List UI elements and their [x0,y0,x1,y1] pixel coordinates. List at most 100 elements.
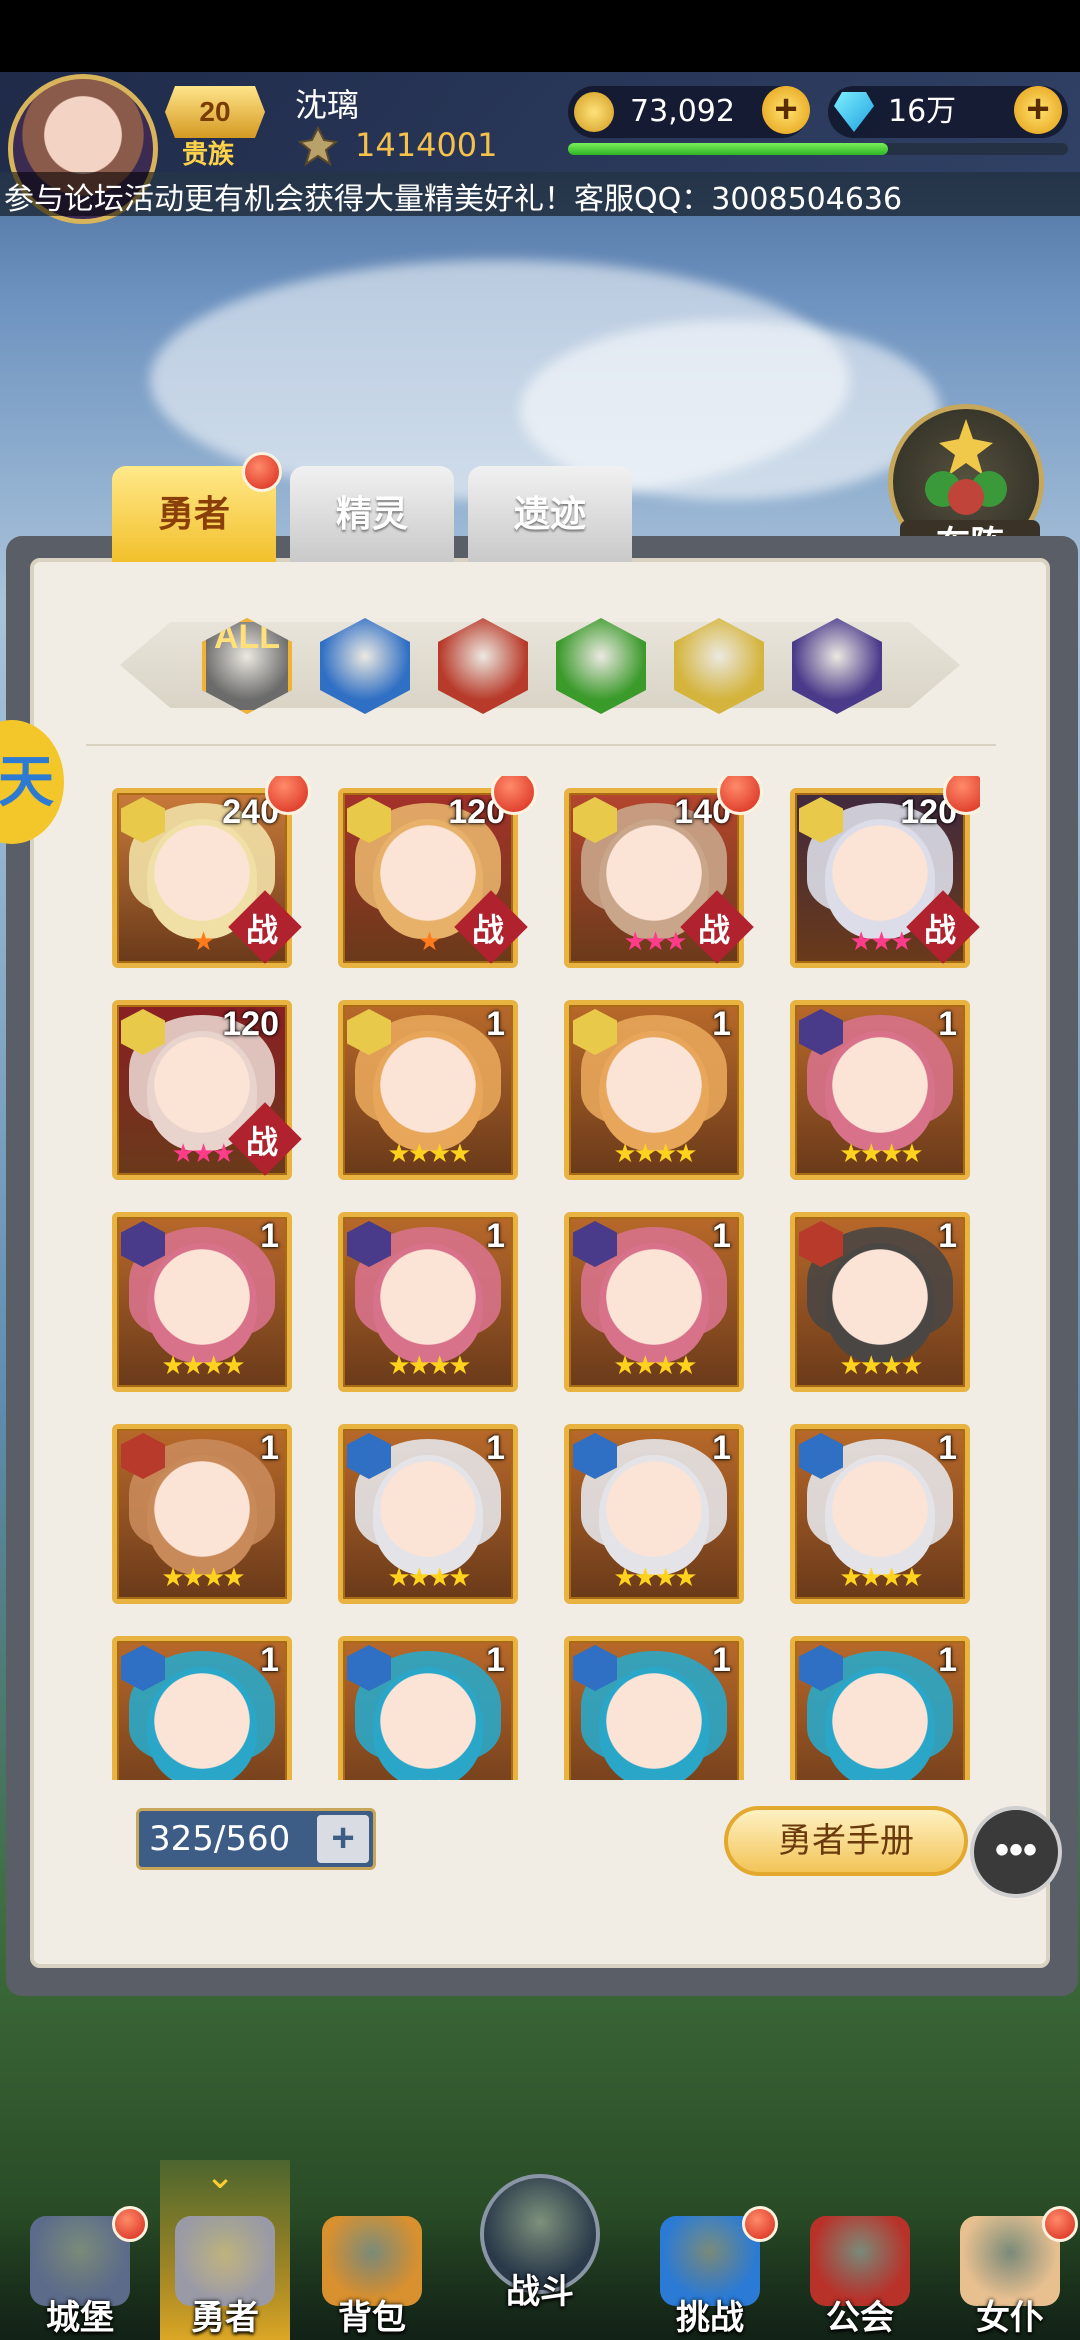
add-gold-button[interactable]: + [762,86,810,134]
hero-card[interactable]: 120 ★★★ 战 [790,776,980,968]
exp-bar-fill [568,143,888,155]
hero-stars: ★★★★ [795,1775,965,1780]
hero-card[interactable]: 1 ★★★★ [564,1212,744,1392]
hero-stars: ★★★★ [613,1139,697,1169]
expand-capacity-button[interactable]: + [317,1815,369,1863]
hero-level: 1 [712,1429,731,1467]
nav-badge [742,2206,778,2242]
hero-stars: ★★★★ [387,1563,471,1593]
nav-item-0[interactable]: 城堡 [10,2206,150,2340]
hero-card[interactable]: 1 ★★★★ [790,1000,970,1180]
hero-portrait [599,1031,709,1151]
nav-item-3[interactable]: 战斗 [470,2170,610,2340]
nav-label: 战斗 [506,2272,574,2312]
hero-card[interactable]: 240 ★ 战 [112,776,311,968]
hero-grid: 240 ★ 战 120 ★ 战 140 ★★★ 战 120 ★★★ 战 120 ★★★ 战 1 ★★★★ 1 ★★★… [100,776,980,1780]
vip-title: 贵族 [182,139,235,169]
nav-label: 挑战 [676,2298,744,2338]
hero-stars: ★★★★ [161,1563,245,1593]
hero-card[interactable]: 120 ★ 战 [338,776,537,968]
hero-portrait [599,1455,709,1575]
hero-portrait [825,1667,935,1780]
hero-level: 1 [486,1429,505,1467]
chat-button[interactable]: ••• [970,1806,1062,1898]
nav-label: 城堡 [46,2298,114,2338]
hero-card[interactable]: 1 ★★★★ [790,1636,970,1780]
hero-manual-button[interactable]: 勇者手册 [724,1806,968,1876]
hero-card[interactable]: 1 ★★★★ [338,1636,518,1780]
hero-card[interactable]: 1 ★★★★ [564,1000,744,1180]
hero-level: 1 [712,1641,731,1679]
gold-coin-icon [574,92,614,132]
hero-card[interactable]: 1 ★★★★ [564,1636,744,1780]
hero-level: 1 [938,1005,957,1043]
hero-stars: ★★★★ [613,1563,697,1593]
hero-level: 1 [260,1429,279,1467]
nav-item-6[interactable]: 女仆 [940,2206,1080,2340]
tab-relics[interactable]: 遗迹 [468,466,632,562]
hero-portrait [599,1243,709,1363]
hero-level: 120 [222,1005,279,1043]
in-battle-label: 战 [471,911,504,949]
hero-stars: ★★★★ [839,1563,923,1593]
hero-level: 1 [260,1217,279,1255]
hero-level: 1 [938,1217,957,1255]
nav-label: 公会 [826,2298,894,2338]
vip-level-badge[interactable]: 20 [165,86,265,138]
hero-capacity: 325/560 + [136,1808,376,1870]
player-name: 沈璃 [295,86,360,124]
in-battle-label: 战 [245,1123,278,1161]
hero-portrait [147,1667,257,1780]
hero-card[interactable]: 1 ★★★★ [564,1424,744,1604]
nav-badge [112,2206,148,2242]
nav-item-1[interactable]: 勇者 [155,2206,295,2340]
nav-item-5[interactable]: 公会 [790,2206,930,2340]
hero-stars: ★★★★ [839,1351,923,1381]
hero-notification-badge [491,776,537,815]
nav-label: 女仆 [976,2298,1044,2338]
exp-bar [568,143,1068,155]
hero-notification-badge [265,776,311,815]
power-value: 1414001 [355,126,498,164]
status-bar [0,0,1080,72]
hero-level: 1 [712,1005,731,1043]
hero-capacity-text: 325/560 [149,1819,291,1859]
hero-card[interactable]: 1 ★★★★ [338,1212,518,1392]
hero-portrait [373,1243,483,1363]
hero-notification-badge [717,776,763,815]
nav-label: 背包 [338,2298,406,2338]
tab-spirits[interactable]: 精灵 [290,466,454,562]
hero-level: 1 [712,1217,731,1255]
hero-portrait [147,1243,257,1363]
hero-stars: ★★★★ [387,1351,471,1381]
hero-portrait [599,1667,709,1780]
nav-item-2[interactable]: 背包 [302,2206,442,2340]
gold-amount: 73,092 [630,94,735,129]
hero-card[interactable]: 1 ★★★★ [338,1424,518,1604]
hero-portrait [825,1455,935,1575]
in-battle-label: 战 [923,911,956,949]
nav-label: 勇者 [191,2298,259,2338]
hero-portrait [373,1031,483,1151]
hero-stars: ★★★★ [839,1139,923,1169]
in-battle-label: 战 [245,911,278,949]
in-battle-label: 战 [697,911,730,949]
hero-card[interactable]: 1 ★★★★ [790,1212,970,1392]
panel-divider [86,744,996,746]
hero-card[interactable]: 140 ★★★ 战 [564,776,763,968]
power-icon [298,126,338,166]
hero-card[interactable]: 1 ★★★★ [790,1424,970,1604]
nav-item-4[interactable]: 挑战 [640,2206,780,2340]
hero-card[interactable]: 1 ★★★★ [112,1424,292,1604]
hero-stars: ★★★★ [613,1351,697,1381]
hero-stars: ★★★★ [387,1139,471,1169]
hero-card[interactable]: 120 ★★★ 战 [112,1000,302,1180]
hero-card[interactable]: 1 ★★★★ [338,1000,518,1180]
hero-card[interactable]: 1 ★★★★ [112,1212,292,1392]
hero-portrait [373,1455,483,1575]
hero-card[interactable]: 1 ★★★★ [112,1636,292,1780]
hero-level: 1 [486,1217,505,1255]
add-diamond-button[interactable]: + [1014,86,1062,134]
tab-heroes-badge [242,452,282,492]
hero-portrait [147,1455,257,1575]
